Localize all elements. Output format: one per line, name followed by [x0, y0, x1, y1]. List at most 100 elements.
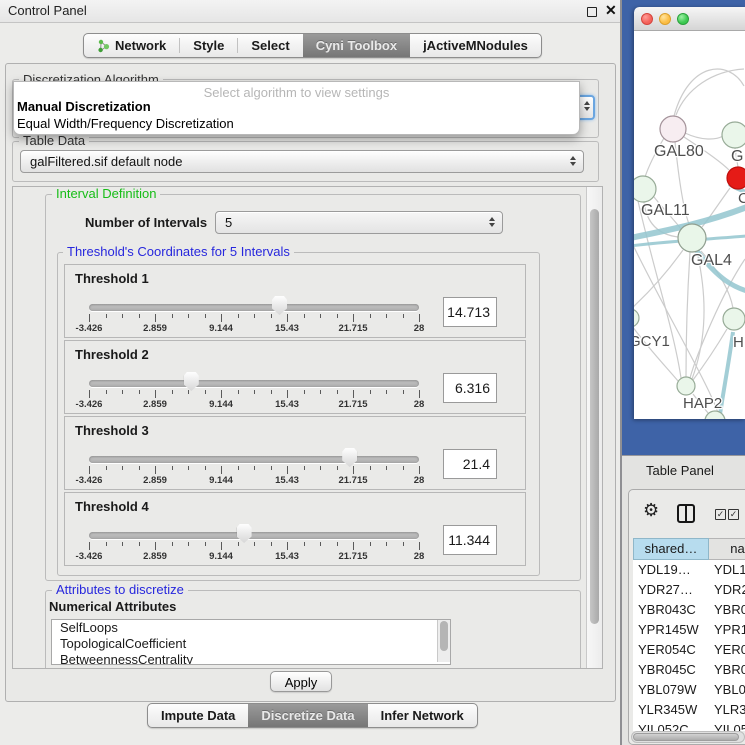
- zoom-traffic-light-icon[interactable]: [677, 13, 689, 25]
- tick: [419, 314, 420, 322]
- attributes-scrollbar-thumb[interactable]: [440, 621, 448, 651]
- close-traffic-light-icon[interactable]: [641, 13, 653, 25]
- tab-infer-network[interactable]: Infer Network: [368, 704, 477, 727]
- table-horizontal-scrollbar[interactable]: [631, 731, 745, 743]
- tick-label: 2.859: [130, 399, 180, 410]
- attribute-item[interactable]: TopologicalCoefficient: [52, 636, 450, 652]
- table-panel-frame: ⚙ shared…name YDL19…YDL19YDR27…YDR27YBR0…: [628, 489, 745, 745]
- column-header-1[interactable]: shared…: [633, 538, 709, 560]
- table-cell: YIL05: [709, 720, 745, 731]
- table-panel-title: Table Panel: [646, 463, 714, 478]
- threshold-3-value-input[interactable]: 21.4: [443, 449, 497, 479]
- tab-jactivemnodules[interactable]: jActiveMNodules: [410, 34, 541, 57]
- minimize-traffic-light-icon[interactable]: [659, 13, 671, 25]
- threshold-slider-track[interactable]: [89, 456, 419, 463]
- network-node-gal80[interactable]: [660, 116, 686, 142]
- table-row[interactable]: YLR345WYLR34: [633, 700, 745, 720]
- table-cell: YDL19…: [633, 560, 709, 580]
- threshold-panel-2: Threshold 2-3.4262.8599.14415.4321.71528…: [64, 340, 526, 414]
- tab-impute-data[interactable]: Impute Data: [148, 704, 248, 727]
- tick-label: -3.426: [64, 475, 114, 486]
- threshold-4-value-input[interactable]: 11.344: [443, 525, 497, 555]
- table-cell: YDR27…: [633, 580, 709, 600]
- table-cell: YBR04: [709, 600, 745, 620]
- float-window-icon[interactable]: [587, 7, 597, 17]
- tab-network[interactable]: Network: [84, 34, 179, 57]
- tab-label: Infer Network: [381, 708, 464, 723]
- table-scrollbar-thumb[interactable]: [633, 733, 739, 741]
- tick: [106, 314, 107, 318]
- network-canvas[interactable]: GAL80GCGAL11GAL4GCY1HHAP2: [634, 31, 745, 419]
- tab-select[interactable]: Select: [238, 34, 302, 57]
- network-node-g[interactable]: [722, 122, 745, 148]
- settings-scrollbar[interactable]: [586, 187, 602, 668]
- apply-button[interactable]: Apply: [270, 671, 332, 692]
- threshold-1-slider-thumb[interactable]: [272, 296, 287, 315]
- tick: [370, 542, 371, 546]
- tab-cyni-toolbox[interactable]: Cyni Toolbox: [303, 34, 410, 57]
- stepper-down-icon: [584, 107, 590, 111]
- tick-label: -3.426: [64, 323, 114, 334]
- tick: [287, 542, 288, 550]
- threshold-label: Threshold 4: [75, 499, 149, 514]
- table-data-combobox[interactable]: galFiltered.sif default node: [20, 150, 584, 173]
- table-row[interactable]: YBL079WYBL07: [633, 680, 745, 700]
- close-icon[interactable]: ✕: [605, 2, 617, 19]
- attributes-scrollbar[interactable]: [437, 620, 450, 662]
- threshold-2-value-input[interactable]: 6.316: [443, 373, 497, 403]
- number-of-intervals-combobox[interactable]: 5: [215, 211, 503, 234]
- tab-label: Discretize Data: [261, 708, 354, 723]
- table-row[interactable]: YBR045CYBR04: [633, 660, 745, 680]
- numerical-attributes-list[interactable]: SelfLoopsTopologicalCoefficientBetweenne…: [51, 619, 451, 665]
- network-graph: GAL80GCGAL11GAL4GCY1HHAP2: [634, 31, 745, 419]
- network-node-gal4[interactable]: [678, 224, 706, 252]
- threshold-1-value-input[interactable]: 14.713: [443, 297, 497, 327]
- checkbox-icon[interactable]: [728, 509, 739, 520]
- tick: [271, 466, 272, 470]
- threshold-2-slider-thumb[interactable]: [184, 372, 199, 391]
- tab-discretize-data[interactable]: Discretize Data: [248, 704, 367, 727]
- split-columns-icon[interactable]: [677, 504, 695, 523]
- table-panel: Table Panel ⚙ shared…name YDL19…YDL19YDR…: [622, 455, 745, 745]
- threshold-3-slider-thumb[interactable]: [342, 448, 357, 467]
- tick: [254, 466, 255, 470]
- tick: [155, 390, 156, 398]
- tick-label: 21.715: [328, 399, 378, 410]
- numerical-attributes-label: Numerical Attributes: [49, 599, 176, 614]
- table-row[interactable]: YDL19…YDL19: [633, 560, 745, 580]
- threshold-4-slider-thumb[interactable]: [237, 524, 252, 543]
- tick: [271, 390, 272, 394]
- tick: [386, 390, 387, 394]
- tab-style[interactable]: Style: [180, 34, 237, 57]
- dropdown-option-equal-width-frequency-discretization[interactable]: Equal Width/Frequency Discretization: [14, 116, 579, 133]
- table-row[interactable]: YER054CYER05: [633, 640, 745, 660]
- network-window[interactable]: GAL80GCGAL11GAL4GCY1HHAP2: [634, 7, 745, 419]
- dropdown-option-manual-discretization[interactable]: Manual Discretization: [14, 99, 579, 116]
- network-node-gcy1[interactable]: [634, 309, 639, 327]
- tick: [172, 390, 173, 394]
- network-node-gal11[interactable]: [634, 176, 656, 202]
- checkbox-icon[interactable]: [715, 509, 726, 520]
- network-node-h[interactable]: [723, 308, 745, 330]
- network-node-red[interactable]: [727, 167, 745, 189]
- network-node-hap2[interactable]: [677, 377, 695, 395]
- settings-scrollbar-thumb[interactable]: [590, 209, 599, 624]
- tick: [188, 466, 189, 470]
- table-row[interactable]: YDR27…YDR27: [633, 580, 745, 600]
- threshold-slider-track[interactable]: [89, 304, 419, 311]
- table-row[interactable]: YBR043CYBR04: [633, 600, 745, 620]
- slider-ticks: [89, 466, 420, 475]
- column-header-2[interactable]: name: [709, 538, 745, 560]
- table-row[interactable]: YPR145WYPR14: [633, 620, 745, 640]
- network-edge: [692, 252, 704, 379]
- tab-label: jActiveMNodules: [423, 38, 528, 53]
- threshold-slider-track[interactable]: [89, 532, 419, 539]
- table-row[interactable]: YIL052CYIL05: [633, 720, 745, 731]
- tab-label: Impute Data: [161, 708, 235, 723]
- attribute-item[interactable]: SelfLoops: [52, 620, 450, 636]
- gear-icon[interactable]: ⚙: [643, 500, 659, 521]
- threshold-slider-track[interactable]: [89, 380, 419, 387]
- tab-label: Cyni Toolbox: [316, 38, 397, 53]
- attribute-item[interactable]: BetweennessCentrality: [52, 652, 450, 665]
- node-table[interactable]: shared…name YDL19…YDL19YDR27…YDR27YBR043…: [633, 538, 745, 731]
